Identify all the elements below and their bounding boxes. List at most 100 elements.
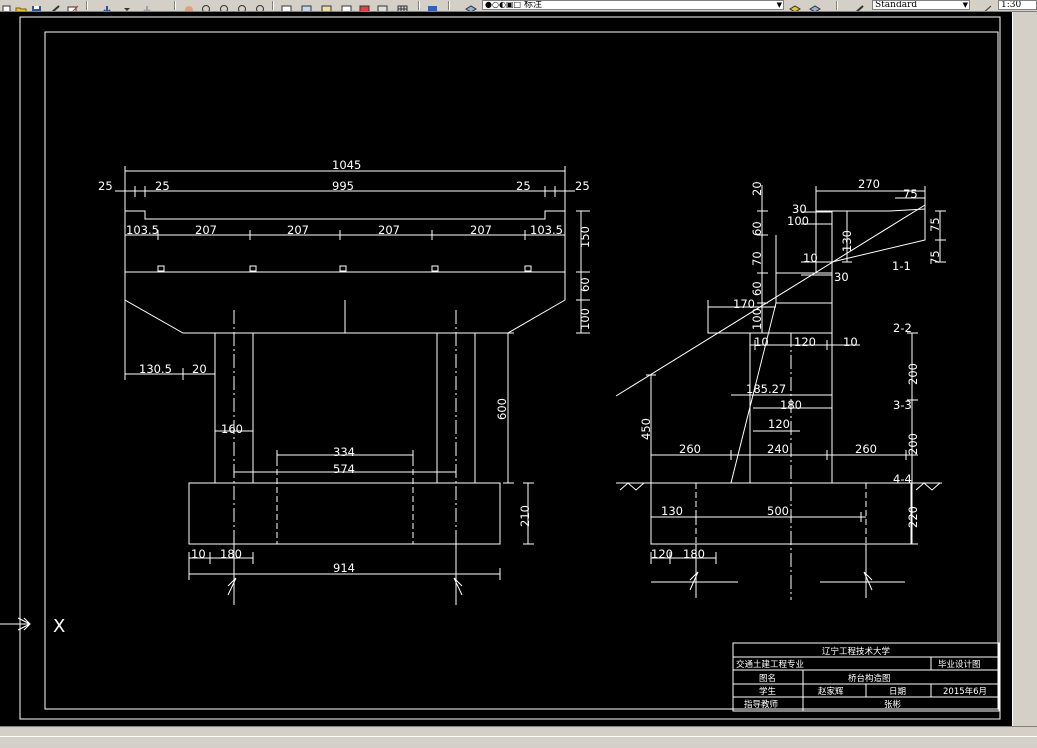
scale-value: 1:30 (1001, 0, 1022, 10)
chevron-down-icon: ▼ (776, 1, 782, 9)
dim-text: 100 (787, 214, 809, 228)
dim-text: 995 (332, 179, 354, 193)
dim-text: 100 (578, 308, 592, 330)
markup-icon[interactable] (358, 0, 372, 11)
dim-style-icon[interactable] (980, 0, 994, 11)
ucs-axis-icon: X (0, 616, 65, 637)
side-view-drawing: 270 75 30 100 10 30 170 1-1 10 120 10 2-… (615, 177, 946, 600)
dim-text: 10 (843, 335, 858, 349)
axis-label-x: X (53, 616, 65, 637)
zoom-realtime-icon[interactable] (200, 0, 214, 11)
undo-icon[interactable] (100, 0, 114, 11)
zoom-extents-icon[interactable] (254, 0, 268, 11)
dim-text: 207 (287, 223, 309, 237)
dim-text: 60 (750, 221, 764, 236)
sheet-set-icon[interactable] (340, 0, 354, 11)
calculator-icon[interactable] (376, 0, 390, 11)
dropdown-arrow-icon[interactable] (120, 0, 134, 11)
dim-text: 10 (803, 251, 818, 265)
dim-text: 270 (858, 177, 880, 191)
dim-text: 200 (906, 433, 920, 455)
student-label: 学生 (759, 686, 777, 697)
dim-text: 574 (333, 462, 355, 476)
dim-text: 25 (155, 179, 170, 193)
dim-text: 130 (840, 230, 854, 252)
date-value: 2015年6月 (943, 686, 987, 697)
zoom-window-icon[interactable] (218, 0, 232, 11)
front-view-drawing: 1045 25 25 995 25 25 103.5 207 207 207 2… (98, 158, 592, 605)
pan-hand-icon[interactable] (182, 0, 196, 11)
dim-text: 1045 (332, 158, 361, 172)
dim-text: 75 (928, 250, 942, 265)
advisor-label: 指导教师 (744, 699, 779, 710)
major-name: 交通土建工程专业 (736, 659, 804, 670)
scale-dropdown[interactable]: 1:30 (998, 0, 1037, 10)
dim-text: 4-4 (893, 472, 912, 486)
dim-text: 10 (191, 547, 206, 561)
dim-text: 20 (192, 362, 207, 376)
dim-text: 600 (495, 398, 509, 420)
dim-text: 70 (750, 251, 764, 266)
dim-text: 185.27 (746, 382, 786, 396)
status-bar (0, 726, 1037, 748)
zoom-previous-icon[interactable] (236, 0, 250, 11)
dim-text: 160 (221, 422, 243, 436)
layer-name: 标注 (523, 0, 542, 10)
toolbar: ●○◐▣□ 标注 ▼ Standard ▼ 1:30 (0, 0, 1037, 12)
dim-text: 25 (516, 179, 531, 193)
dim-text: 200 (906, 363, 920, 385)
dim-text: 10 (754, 335, 769, 349)
open-folder-icon[interactable] (14, 0, 28, 11)
dim-text: 3-3 (893, 398, 912, 412)
dim-text: 60 (750, 281, 764, 296)
dim-text: 130.5 (139, 362, 172, 376)
properties-icon[interactable] (280, 0, 294, 11)
dim-text: 20 (750, 181, 764, 196)
dim-text: 240 (767, 442, 789, 456)
dim-text: 220 (906, 506, 920, 528)
layer-previous-icon[interactable] (808, 0, 822, 11)
make-current-layer-icon[interactable] (788, 0, 802, 11)
text-style-dropdown[interactable]: Standard ▼ (872, 0, 970, 10)
grid-icon[interactable] (396, 0, 410, 11)
title-block: 辽宁工程技术大学 交通土建工程专业 毕业设计图 图名 桥台构造图 学生 赵家辉 … (732, 642, 1000, 712)
drawing-name: 桥台构造图 (848, 673, 891, 684)
new-file-icon[interactable] (0, 0, 14, 11)
dim-text: 120 (651, 547, 673, 561)
dim-text: 130 (661, 504, 683, 518)
dim-text: 60 (578, 277, 592, 292)
dim-text: 914 (333, 561, 355, 575)
dim-text: 100 (750, 308, 764, 330)
dim-text: 103.5 (530, 223, 563, 237)
tool-palette-icon[interactable] (320, 0, 334, 11)
help-icon[interactable] (426, 0, 440, 11)
layer-dropdown[interactable]: ●○◐▣□ 标注 ▼ (482, 0, 784, 10)
design-center-icon[interactable] (300, 0, 314, 11)
date-label: 日期 (889, 687, 906, 697)
dim-text: 210 (518, 505, 532, 527)
inner-border (44, 31, 999, 710)
dim-text: 120 (794, 335, 816, 349)
save-icon[interactable] (30, 0, 44, 11)
dim-text: 25 (98, 179, 113, 193)
dim-text: 207 (378, 223, 400, 237)
dim-text: 25 (575, 179, 590, 193)
dim-text: 207 (470, 223, 492, 237)
redo-icon[interactable] (140, 0, 154, 11)
text-style-value: Standard (875, 0, 918, 10)
lightbulb-icon: ●○◐▣□ (485, 0, 522, 9)
edit-icon[interactable] (66, 0, 80, 11)
advisor-name: 张彬 (884, 699, 902, 710)
dim-text: 334 (333, 445, 355, 459)
dim-text: 30 (834, 270, 849, 284)
pen-icon[interactable] (48, 0, 62, 11)
vertical-scrollbar[interactable] (1012, 12, 1037, 726)
dim-text: 180 (780, 398, 802, 412)
dim-text: 120 (768, 417, 790, 431)
dim-text: 180 (220, 547, 242, 561)
layers-icon[interactable] (464, 0, 478, 11)
drawing-canvas[interactable]: X 1045 25 25 995 25 25 103.5 207 207 207… (0, 12, 1012, 726)
chevron-down-icon: ▼ (962, 1, 968, 9)
text-style-icon[interactable] (852, 0, 866, 11)
document-type: 毕业设计图 (938, 659, 981, 670)
